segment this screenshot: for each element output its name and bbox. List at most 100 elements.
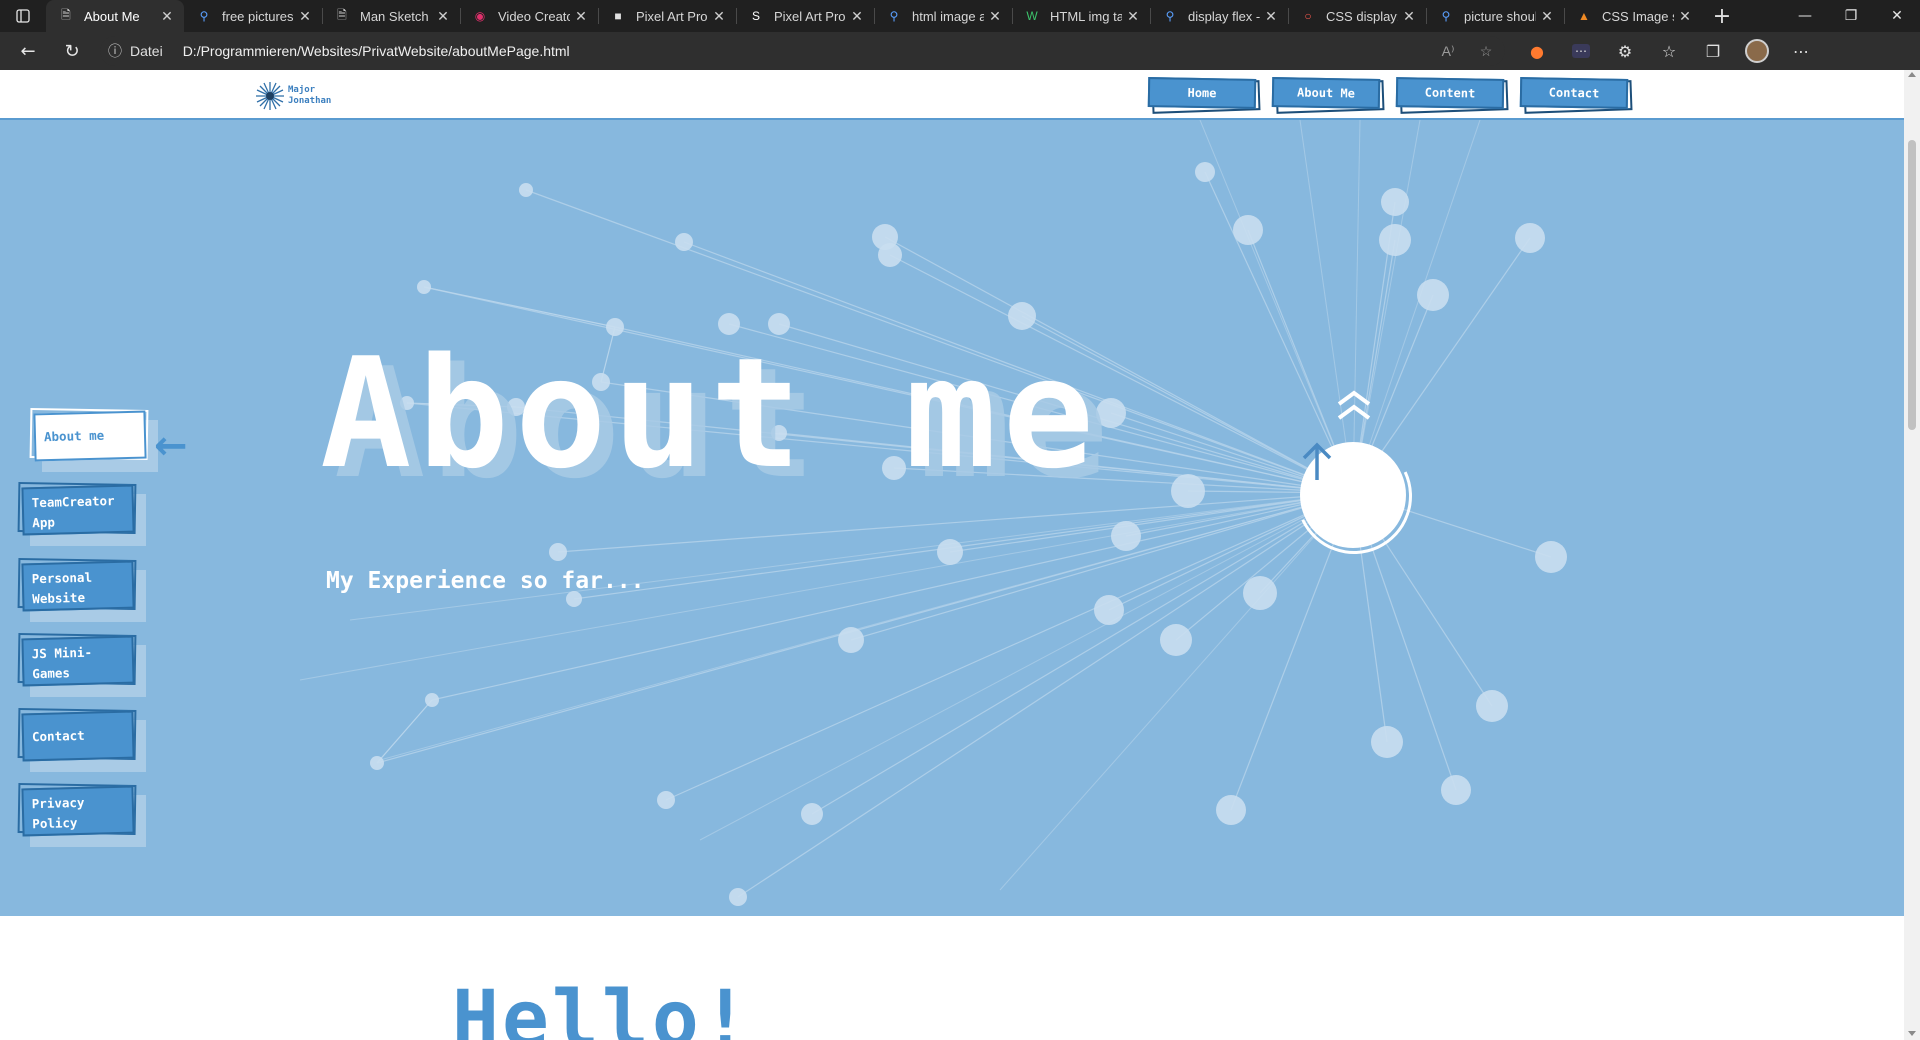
network-ray: [1352, 120, 1421, 494]
tab-close-icon[interactable]: ✕: [708, 8, 730, 25]
tab-close-icon[interactable]: ✕: [1536, 8, 1558, 25]
tab-title: Man Sketch B: [360, 8, 432, 24]
html-icon: ▲: [1578, 9, 1590, 23]
logo-burst-icon: [254, 80, 286, 112]
tab-title: html image a: [912, 8, 984, 24]
extensions-icon[interactable]: ⚙: [1603, 32, 1647, 70]
profile-avatar[interactable]: [1735, 32, 1779, 70]
info-icon[interactable]: ⓘ: [100, 41, 130, 61]
network-node: [1476, 690, 1508, 722]
browser-tab[interactable]: ⚲ free pictures ✕: [184, 0, 322, 32]
browser-tab[interactable]: ■ Pixel Art Prog ✕: [598, 0, 736, 32]
tab-close-icon[interactable]: ✕: [570, 8, 592, 25]
browser-tab[interactable]: ⚲ display flex - ✕: [1150, 0, 1288, 32]
arrow-left-icon: ←: [154, 423, 188, 469]
search-icon: ⚲: [199, 9, 209, 23]
browser-tab[interactable]: ⚲ html image a ✕: [874, 0, 1012, 32]
network-node: [1441, 775, 1471, 805]
scrollbar-thumb[interactable]: [1908, 140, 1916, 430]
network-link: [423, 286, 616, 328]
side-menu-privacy-label: Privacy Policy: [21, 785, 135, 837]
tab-close-icon[interactable]: ✕: [1398, 8, 1420, 25]
tab-title: picture shoul: [1464, 8, 1536, 24]
side-menu-about-label: About me: [33, 410, 147, 462]
side-menu-about[interactable]: About me: [29, 407, 158, 472]
restore-button[interactable]: ❐: [1828, 0, 1874, 32]
nav-contact-button[interactable]: Contact: [1519, 77, 1633, 114]
tab-title: HTML img ta: [1050, 8, 1122, 24]
scroll-up-arrow-icon[interactable]: [1908, 72, 1916, 77]
tab-actions-icon[interactable]: [0, 0, 46, 32]
tab-close-icon[interactable]: ✕: [294, 8, 316, 25]
tab-close-icon[interactable]: ✕: [432, 8, 454, 25]
network-node: [417, 280, 431, 294]
scroll-top-button[interactable]: [1300, 442, 1406, 548]
nav-home-button[interactable]: Home: [1147, 77, 1261, 114]
section-heading: Hello!: [452, 975, 752, 1040]
tab-close-icon[interactable]: ✕: [1674, 8, 1696, 25]
network-node: [1111, 521, 1141, 551]
side-menu-personal-website[interactable]: Personal Website: [17, 557, 146, 622]
network-node: [1379, 224, 1411, 256]
hero-title: About me: [320, 325, 1101, 502]
network-ray: [1299, 120, 1354, 494]
tab-close-icon[interactable]: ✕: [1122, 8, 1144, 25]
network-ray: [1352, 120, 1481, 494]
nav-about-button[interactable]: About Me: [1271, 77, 1385, 114]
tab-title: CSS Image si: [1602, 8, 1674, 24]
reload-button[interactable]: ↻: [50, 32, 94, 70]
browser-tab[interactable]: ⚲ picture shoul ✕: [1426, 0, 1564, 32]
network-node: [801, 803, 823, 825]
network-node: [937, 539, 963, 565]
top-navigation: Home About Me Content Contact: [1147, 77, 1633, 114]
page-scrollbar[interactable]: [1904, 70, 1920, 1040]
side-menu-js-games[interactable]: JS Mini-Games: [17, 632, 146, 697]
back-button[interactable]: ←: [6, 32, 50, 70]
browser-tab[interactable]: S Pixel Art Prog ✕: [736, 0, 874, 32]
favorites-icon[interactable]: ☆: [1647, 32, 1691, 70]
tab-title: CSS display:fl: [1326, 8, 1398, 24]
side-menu-contact[interactable]: Contact: [17, 707, 146, 772]
tab-close-icon[interactable]: ✕: [984, 8, 1006, 25]
network-node: [1515, 223, 1545, 253]
extension-flame-icon[interactable]: ●: [1515, 32, 1559, 70]
network-ray: [699, 492, 1354, 841]
address-url[interactable]: D:/Programmieren/Websites/PrivatWebsite/…: [183, 43, 570, 59]
nav-content-button[interactable]: Content: [1395, 77, 1509, 114]
network-node: [1233, 215, 1263, 245]
read-aloud-icon[interactable]: A⁾: [1429, 43, 1467, 60]
browser-tab[interactable]: ○ CSS display:fl✕: [1288, 0, 1426, 32]
collections-icon[interactable]: ❐: [1691, 32, 1735, 70]
browser-tab[interactable]: ◉ Video Creato ✕: [460, 0, 598, 32]
scroll-down-arrow-icon[interactable]: [1908, 1031, 1916, 1036]
tab-close-icon[interactable]: ✕: [1260, 8, 1282, 25]
side-menu-privacy[interactable]: Privacy Policy: [17, 782, 146, 847]
network-node: [675, 233, 693, 251]
browser-tab[interactable]: ▲ CSS Image si ✕: [1564, 0, 1702, 32]
hero-subtitle: My Experience so far...: [326, 568, 645, 594]
tab-close-icon[interactable]: ✕: [846, 8, 868, 25]
arrow-up-icon: [1302, 442, 1332, 480]
browser-tab[interactable]: 🗎 About Me ✕: [46, 0, 184, 32]
close-window-button[interactable]: ✕: [1874, 0, 1920, 32]
favorite-add-icon[interactable]: ☆: [1467, 43, 1505, 60]
side-menu-teamcreator[interactable]: TeamCreator App: [17, 481, 146, 546]
network-ray: [1199, 120, 1354, 494]
settings-more-icon[interactable]: ⋯: [1779, 32, 1823, 70]
new-tab-button[interactable]: +: [1702, 0, 1742, 32]
side-menu-contact-label: Contact: [21, 710, 135, 762]
network-node: [657, 791, 675, 809]
network-node: [1243, 576, 1277, 610]
browser-tab[interactable]: 🗎 Man Sketch B✕: [322, 0, 460, 32]
minimize-button[interactable]: —: [1782, 0, 1828, 32]
extension-dots-icon[interactable]: ⋯: [1559, 32, 1603, 70]
browser-tab-bar: 🗎About Me✕⚲free pictures✕🗎Man Sketch B✕◉…: [0, 0, 1920, 32]
network-ray: [349, 492, 1354, 621]
network-node: [838, 627, 864, 653]
site-logo[interactable]: Major Jonathan: [254, 80, 331, 112]
tab-title: Pixel Art Prog: [636, 8, 708, 24]
browser-tab[interactable]: W HTML img ta ✕: [1012, 0, 1150, 32]
address-bar[interactable]: ⓘ Datei D:/Programmieren/Websites/Privat…: [100, 36, 1505, 66]
network-node: [549, 543, 567, 561]
tab-close-icon[interactable]: ✕: [156, 8, 178, 25]
